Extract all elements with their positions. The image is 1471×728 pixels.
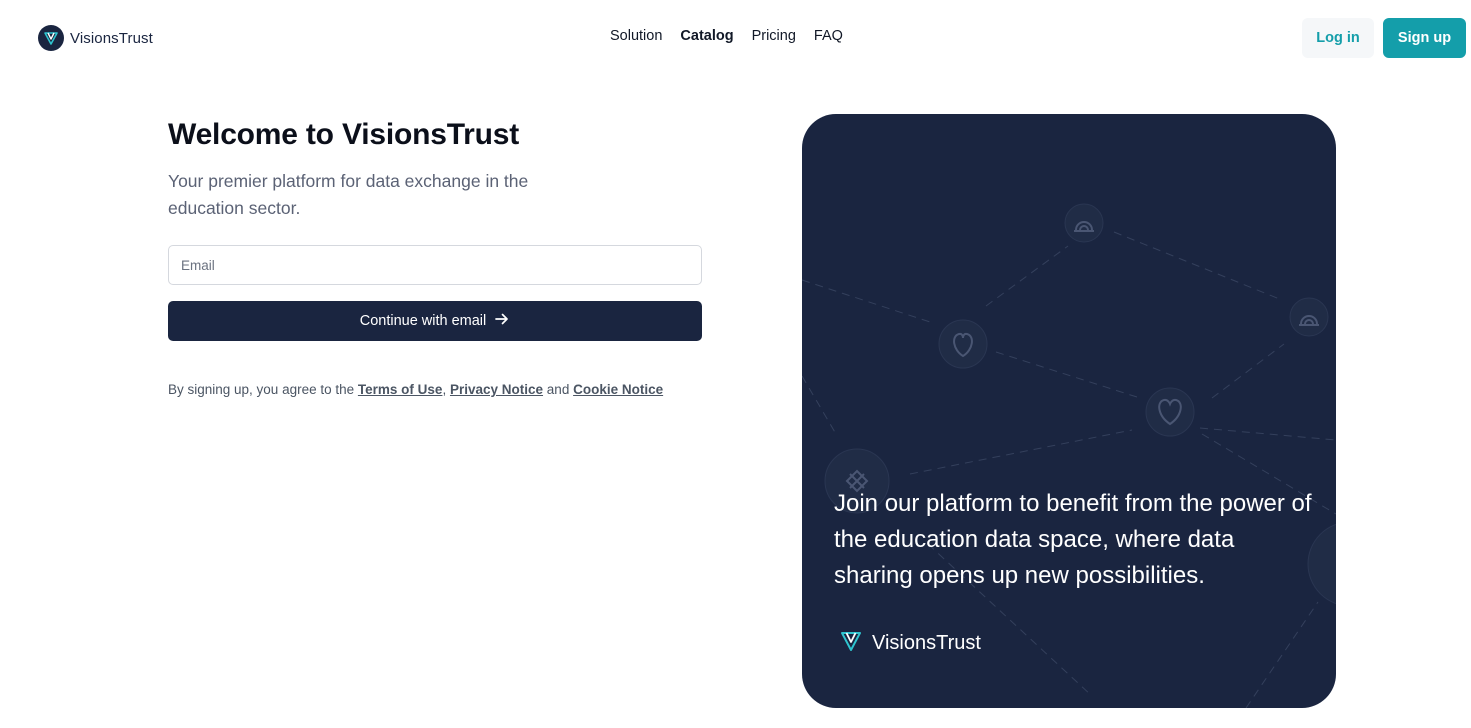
cookie-notice-link[interactable]: Cookie Notice [573, 382, 663, 397]
promo-message: Join our platform to benefit from the po… [834, 490, 1312, 589]
visionstrust-logo-icon [840, 630, 862, 657]
email-field[interactable] [168, 245, 702, 285]
panel-brand: VisionsTrust [840, 630, 981, 657]
brand-name: VisionsTrust [70, 29, 153, 47]
legal-prefix: By signing up, you agree to the [168, 382, 355, 397]
nav-item-pricing[interactable]: Pricing [752, 28, 796, 44]
legal-comma: , [442, 382, 447, 397]
promo-panel: Join our platform to benefit from the po… [802, 114, 1336, 708]
site-header: VisionsTrust Solution Catalog Pricing FA… [0, 0, 1471, 76]
arrow-right-icon [494, 311, 510, 331]
signup-button[interactable]: Sign up [1383, 18, 1466, 58]
page-title: Welcome to VisionsTrust [168, 118, 520, 151]
nav-item-catalog[interactable]: Catalog [680, 28, 733, 44]
terms-of-use-link[interactable]: Terms of Use [358, 382, 443, 397]
login-button[interactable]: Log in [1302, 18, 1374, 58]
signin-form-section: Welcome to VisionsTrust Your premier pla… [168, 112, 702, 397]
legal-and: and [546, 382, 570, 397]
brand-home-link[interactable]: VisionsTrust [38, 25, 153, 51]
page-subtitle: Your premier platform for data exchange … [168, 171, 529, 218]
main-nav: Solution Catalog Pricing FAQ [610, 28, 843, 44]
nav-item-solution[interactable]: Solution [610, 28, 662, 44]
continue-with-email-button[interactable]: Continue with email [168, 301, 702, 341]
network-illustration [802, 203, 1336, 708]
legal-notice: By signing up, you agree to the Terms of… [168, 382, 728, 397]
continue-label: Continue with email [359, 313, 487, 329]
privacy-notice-link[interactable]: Privacy Notice [450, 382, 543, 397]
panel-brand-name: VisionsTrust [872, 632, 981, 654]
visionstrust-logo-icon [38, 25, 64, 51]
nav-item-faq[interactable]: FAQ [814, 28, 843, 44]
